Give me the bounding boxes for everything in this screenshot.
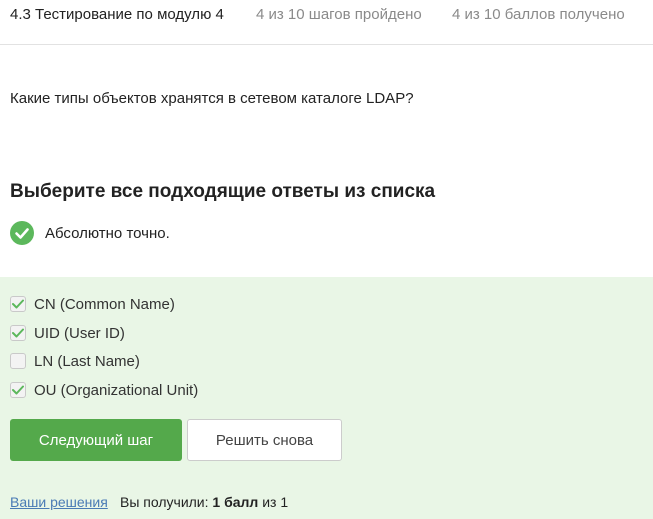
check-icon (12, 385, 24, 395)
option-ln[interactable]: LN (Last Name) (10, 350, 140, 372)
checkbox-checked[interactable] (10, 382, 26, 398)
result-suffix: из 1 (258, 494, 289, 510)
checkbox-unchecked[interactable] (10, 353, 26, 369)
result-value: 1 балл (212, 494, 259, 510)
next-step-button[interactable]: Следующий шаг (10, 419, 182, 461)
question-text: Какие типы объектов хранятся в сетевом к… (10, 90, 414, 107)
check-icon (12, 299, 24, 309)
option-cn[interactable]: CN (Common Name) (10, 293, 175, 315)
checkbox-checked[interactable] (10, 325, 26, 341)
lesson-title: 4.3 Тестирование по модулю 4 (10, 6, 224, 23)
option-uid[interactable]: UID (User ID) (10, 322, 125, 344)
result-prefix: Вы получили: (120, 494, 213, 510)
score-progress: 4 из 10 баллов получено (452, 6, 625, 23)
option-label: CN (Common Name) (34, 295, 175, 313)
checkbox-checked[interactable] (10, 296, 26, 312)
result-text: Вы получили: 1 балл из 1 (120, 494, 288, 510)
step-header: 4.3 Тестирование по модулю 4 4 из 10 шаг… (0, 0, 653, 45)
instruction-heading: Выберите все подходящие ответы из списка (10, 181, 436, 202)
steps-progress: 4 из 10 шагов пройдено (256, 6, 422, 23)
check-icon (12, 328, 24, 338)
your-solutions-link[interactable]: Ваши решения (10, 494, 108, 510)
option-label: OU (Organizational Unit) (34, 381, 199, 399)
option-ou[interactable]: OU (Organizational Unit) (10, 379, 198, 401)
option-label: LN (Last Name) (34, 352, 140, 370)
correct-check-icon (10, 221, 34, 245)
retry-button[interactable]: Решить снова (187, 419, 342, 461)
option-label: UID (User ID) (34, 324, 125, 342)
verdict-text: Абсолютно точно. (45, 225, 170, 242)
